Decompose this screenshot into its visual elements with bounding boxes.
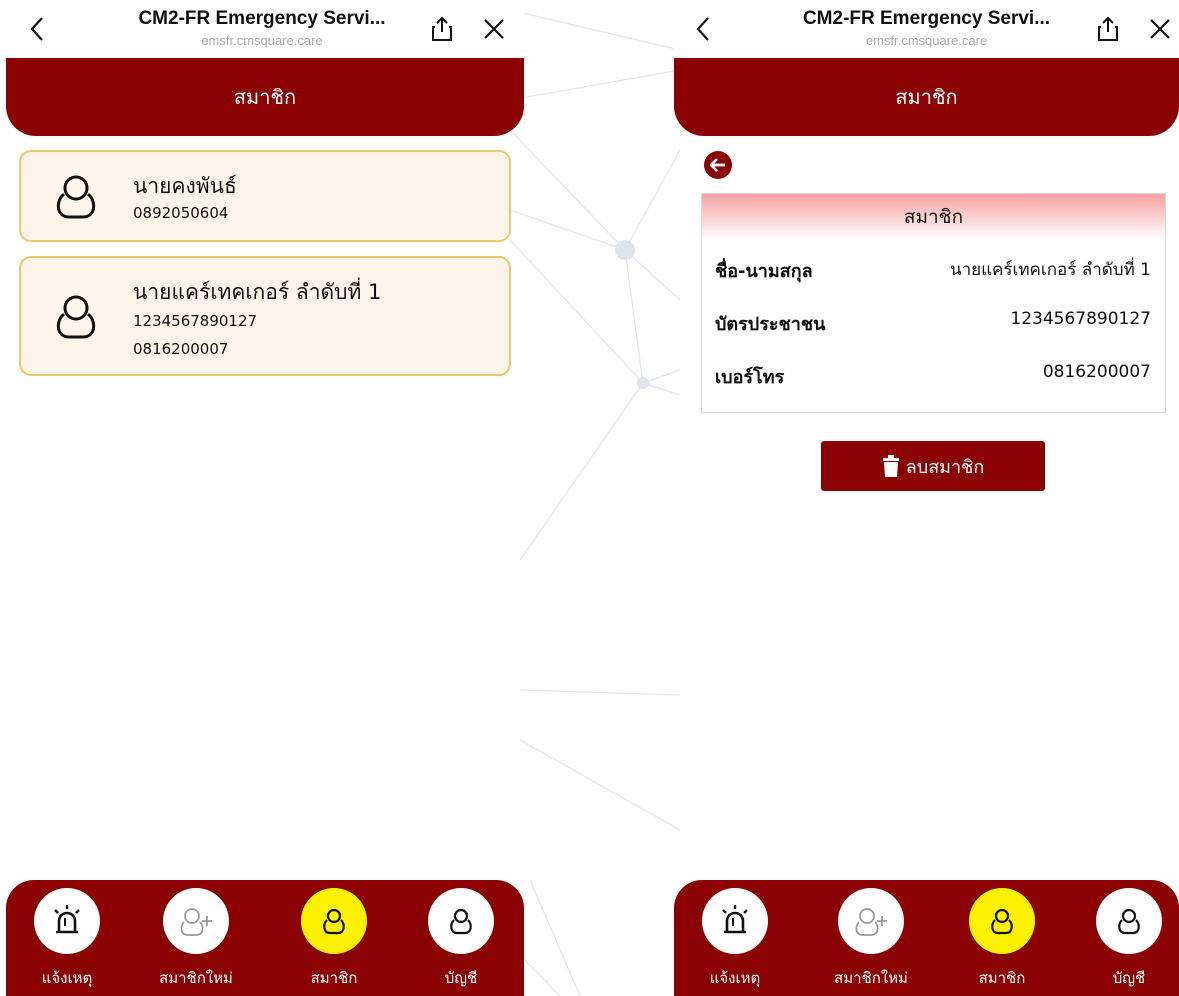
- chevron-left-icon: [696, 17, 709, 41]
- detail-row-phone: เบอร์โทร 0816200007: [702, 362, 1165, 392]
- page-title: สมาชิก: [233, 85, 297, 109]
- page-title: สมาชิก: [895, 85, 958, 109]
- nav-circle-active: [301, 888, 367, 954]
- detail-value: นายแคร์เทคเกอร์ ลำดับที่ 1: [949, 260, 1151, 280]
- detail-label: เบอร์โทร: [715, 367, 785, 388]
- close-button[interactable]: [1146, 15, 1174, 43]
- nav-report-incident[interactable]: แจ้งเหตุ: [680, 888, 790, 990]
- bottom-nav: แจ้งเหตุ สมาชิกใหม่ สมาชิก บัญชี: [674, 880, 1179, 996]
- delete-member-button[interactable]: ลบสมาชิก: [821, 441, 1045, 491]
- nav-add-member[interactable]: สมาชิกใหม่: [816, 888, 926, 990]
- nav-circle: [702, 888, 768, 954]
- chevron-left-icon: [30, 17, 43, 41]
- page-header: สมาชิก: [6, 58, 524, 136]
- nav-label: สมาชิกใหม่: [159, 969, 233, 987]
- page-header: สมาชิก: [674, 58, 1179, 136]
- close-button[interactable]: [480, 15, 508, 43]
- trash-icon: [882, 455, 899, 477]
- nav-account[interactable]: บัญชี: [1074, 888, 1179, 990]
- nav-label: สมาชิก: [978, 969, 1026, 987]
- nav-report-incident[interactable]: แจ้งเหตุ: [12, 888, 122, 990]
- member-detail-card: สมาชิก ชื่อ-นามสกุล นายแคร์เทคเกอร์ ลำดั…: [701, 193, 1166, 413]
- detail-value: 0816200007: [1042, 362, 1151, 382]
- member-detail-screen: CM2-FR Emergency Servi... emsfr.cmsquare…: [674, 0, 1179, 996]
- browser-title: CM2-FR Emergency Servi...: [138, 8, 386, 29]
- user-icon: [323, 908, 345, 935]
- delete-member-label: ลบสมาชิก: [905, 456, 985, 478]
- add-user-icon: [180, 908, 212, 936]
- nav-label: บัญชี: [1112, 969, 1146, 987]
- close-icon: [484, 19, 504, 39]
- member-name: นายคงพันธ์: [133, 174, 237, 198]
- browser-back-button[interactable]: [22, 12, 52, 46]
- back-button[interactable]: [704, 151, 732, 179]
- nav-circle: [34, 888, 100, 954]
- browser-title: CM2-FR Emergency Servi...: [802, 8, 1051, 29]
- browser-url: emsfr.cmsquare.care: [201, 33, 323, 48]
- browser-bar: CM2-FR Emergency Servi... emsfr.cmsquare…: [0, 0, 524, 58]
- browser-url: emsfr.cmsquare.care: [865, 33, 988, 48]
- detail-card-title: สมาชิก: [702, 194, 1165, 240]
- member-list-screen: CM2-FR Emergency Servi... emsfr.cmsquare…: [0, 0, 524, 996]
- arrow-left-icon: [710, 158, 725, 172]
- close-icon: [1150, 19, 1170, 39]
- share-button[interactable]: [428, 14, 456, 44]
- detail-row-name: ชื่อ-นามสกุล นายแคร์เทคเกอร์ ลำดับที่ 1: [702, 256, 1165, 286]
- nav-circle: [838, 888, 904, 954]
- member-name: นายแคร์เทคเกอร์ ลำดับที่ 1: [133, 280, 382, 304]
- add-user-icon: [855, 908, 887, 936]
- user-icon: [1118, 908, 1140, 935]
- nav-members[interactable]: สมาชิก: [279, 888, 389, 990]
- nav-circle-active: [969, 888, 1035, 954]
- member-card[interactable]: นายคงพันธ์ 0892050604: [19, 150, 511, 242]
- browser-back-button[interactable]: [688, 12, 718, 46]
- nav-label: สมาชิกใหม่: [834, 969, 908, 987]
- user-icon: [56, 175, 96, 219]
- nav-circle: [1096, 888, 1162, 954]
- alarm-siren-icon: [722, 905, 748, 934]
- nav-circle: [163, 888, 229, 954]
- nav-label: แจ้งเหตุ: [709, 969, 761, 987]
- member-phone: 0816200007: [133, 340, 229, 358]
- browser-bar: CM2-FR Emergency Servi... emsfr.cmsquare…: [674, 0, 1179, 58]
- detail-value: 1234567890127: [1010, 309, 1151, 329]
- member-phone: 0892050604: [133, 204, 229, 222]
- share-button[interactable]: [1094, 14, 1122, 44]
- share-icon: [1098, 16, 1118, 41]
- nav-label: สมาชิก: [310, 969, 358, 987]
- detail-row-id-card: บัตรประชาชน 1234567890127: [702, 309, 1165, 339]
- user-icon: [450, 908, 472, 935]
- user-icon: [56, 295, 96, 339]
- detail-label: ชื่อ-นามสกุล: [715, 261, 813, 282]
- nav-label: บัญชี: [444, 969, 478, 987]
- nav-label: แจ้งเหตุ: [41, 969, 93, 987]
- detail-label: บัตรประชาชน: [715, 314, 826, 335]
- bottom-nav: แจ้งเหตุ สมาชิกใหม่ สมาชิก บัญชี: [6, 880, 524, 996]
- alarm-siren-icon: [54, 905, 80, 934]
- member-card[interactable]: นายแคร์เทคเกอร์ ลำดับที่ 1 1234567890127…: [19, 256, 511, 376]
- share-icon: [432, 16, 452, 41]
- nav-account[interactable]: บัญชี: [406, 888, 516, 990]
- user-icon: [991, 908, 1013, 935]
- nav-members[interactable]: สมาชิก: [947, 888, 1057, 990]
- nav-circle: [428, 888, 494, 954]
- nav-add-member[interactable]: สมาชิกใหม่: [141, 888, 251, 990]
- member-id-number: 1234567890127: [133, 312, 258, 330]
